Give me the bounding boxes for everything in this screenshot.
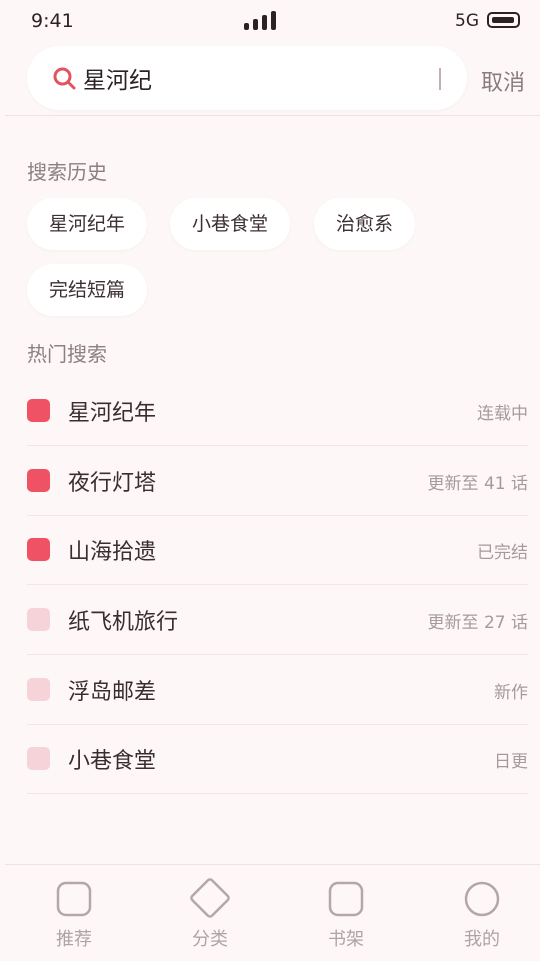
- nav-bookshelf[interactable]: 书架: [286, 865, 406, 961]
- row-divider: [27, 445, 528, 446]
- history-title: 搜索历史: [27, 160, 107, 184]
- hot-item[interactable]: 夜行灯塔 更新至 41 话: [27, 455, 528, 525]
- search-input[interactable]: [83, 60, 423, 96]
- hot-item[interactable]: 星河纪年 连载中: [27, 385, 528, 455]
- hot-item-title: 山海拾遗: [68, 540, 157, 565]
- battery-icon: [487, 12, 520, 28]
- rank-marker: [27, 399, 50, 422]
- history-chip[interactable]: 完结短篇: [27, 264, 148, 316]
- header-divider: [5, 115, 540, 116]
- rounded-square-icon: [56, 881, 92, 917]
- hot-item[interactable]: 浮岛邮差 新作: [27, 664, 528, 734]
- hot-item[interactable]: 小巷食堂 日更: [27, 733, 528, 803]
- hot-item-title: 小巷食堂: [68, 749, 157, 774]
- hot-item-title: 浮岛邮差: [68, 680, 157, 705]
- hot-title: 热门搜索: [27, 342, 107, 366]
- text-caret: [439, 68, 441, 90]
- row-divider: [27, 793, 528, 794]
- nav-label: 书架: [328, 929, 364, 950]
- status-time: 9:41: [31, 10, 74, 32]
- hot-item-title: 夜行灯塔: [68, 471, 157, 496]
- history-chip[interactable]: 星河纪年: [27, 198, 148, 250]
- rank-marker: [27, 678, 50, 701]
- hot-item[interactable]: 纸飞机旅行 更新至 27 话: [27, 594, 528, 664]
- hot-item-status: 新作: [494, 683, 528, 703]
- bottom-nav: 推荐 分类 书架 我的: [5, 864, 540, 961]
- nav-label: 我的: [464, 929, 500, 950]
- hot-item-title: 纸飞机旅行: [68, 610, 179, 635]
- hot-item-status: 更新至 41 话: [427, 474, 528, 494]
- rank-marker: [27, 538, 50, 561]
- rounded-square-icon: [328, 881, 364, 917]
- row-divider: [27, 724, 528, 725]
- cancel-button[interactable]: 取消: [481, 65, 525, 97]
- nav-category[interactable]: 分类: [150, 865, 270, 961]
- hot-item[interactable]: 山海拾遗 已完结: [27, 524, 528, 594]
- history-chip[interactable]: 小巷食堂: [170, 198, 291, 250]
- signal-icon: [244, 10, 276, 30]
- rank-marker: [27, 747, 50, 770]
- hot-item-status: 更新至 27 话: [427, 613, 528, 633]
- nav-label: 分类: [192, 929, 228, 950]
- rank-marker: [27, 469, 50, 492]
- row-divider: [27, 584, 528, 585]
- hot-item-title: 星河纪年: [68, 401, 157, 426]
- nav-label: 推荐: [56, 929, 92, 950]
- status-bar: 9:41 5G: [0, 0, 540, 42]
- search-box[interactable]: [27, 46, 467, 110]
- nav-recommend[interactable]: 推荐: [14, 865, 134, 961]
- nav-profile[interactable]: 我的: [422, 865, 540, 961]
- hot-item-status: 日更: [494, 752, 528, 772]
- row-divider: [27, 654, 528, 655]
- rank-marker: [27, 608, 50, 631]
- network-label: 5G: [455, 11, 479, 31]
- diamond-icon: [190, 878, 230, 918]
- row-divider: [27, 515, 528, 516]
- search-icon: [53, 67, 76, 90]
- history-chip[interactable]: 治愈系: [314, 198, 416, 250]
- circle-icon: [464, 881, 500, 917]
- hot-item-status: 连载中: [477, 404, 528, 424]
- hot-item-status: 已完结: [477, 543, 528, 563]
